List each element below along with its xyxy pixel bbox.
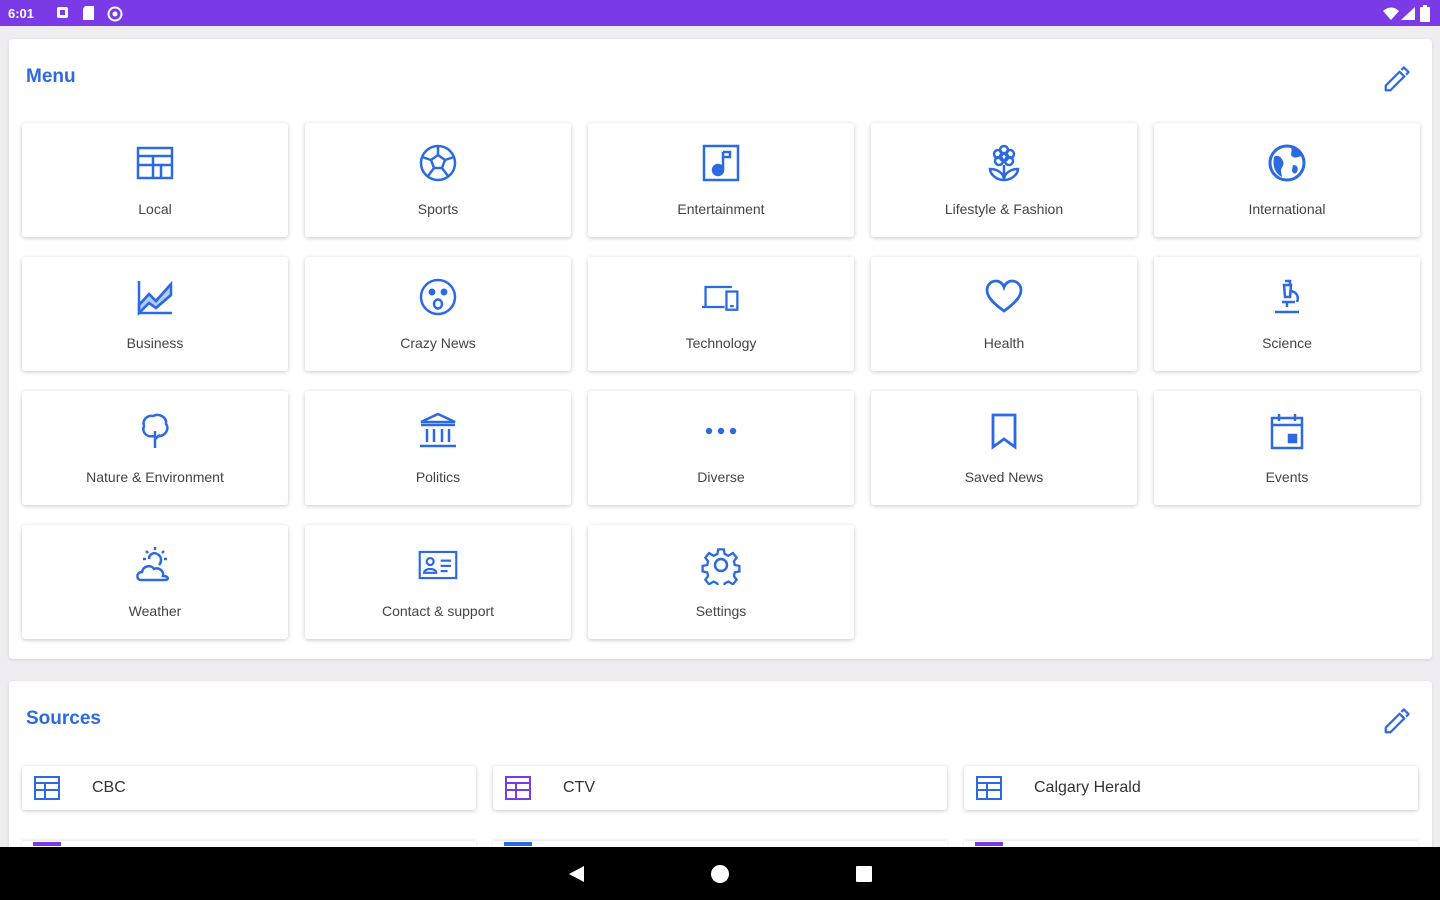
source-label: Calgary Herald bbox=[1034, 779, 1141, 796]
recents-square-icon bbox=[856, 865, 872, 882]
source-item-calgary-herald[interactable]: Calgary Herald bbox=[964, 766, 1418, 810]
menu-item-label: Local bbox=[138, 201, 172, 217]
pencil-icon bbox=[1384, 66, 1410, 92]
menu-item-label: Business bbox=[126, 335, 184, 351]
menu-item-label: Weather bbox=[128, 603, 182, 619]
menu-item-label: Contact & support bbox=[381, 603, 495, 619]
menu-item-science[interactable]: Science bbox=[1154, 257, 1420, 371]
menu-item-events[interactable]: Events bbox=[1154, 391, 1420, 505]
signal-icon bbox=[1401, 7, 1415, 20]
menu-title: Menu bbox=[26, 66, 76, 87]
sync-icon bbox=[107, 6, 123, 22]
menu-item-label: Settings bbox=[695, 603, 747, 619]
menu-item-lifestyle-fashion[interactable]: Lifestyle & Fashion bbox=[871, 123, 1137, 237]
menu-item-crazy-news[interactable]: Crazy News bbox=[305, 257, 571, 371]
wifi-icon bbox=[1383, 7, 1399, 20]
menu-item-label: Diverse bbox=[697, 469, 745, 485]
menu-item-label: Sports bbox=[417, 201, 459, 217]
home-circle-icon bbox=[711, 864, 729, 883]
menu-item-label: Health bbox=[983, 335, 1025, 351]
status-time: 6:01 bbox=[8, 6, 35, 21]
tree-icon bbox=[135, 411, 175, 451]
calendar-icon bbox=[1267, 411, 1307, 451]
navigation-bar bbox=[0, 847, 1440, 900]
menu-item-health[interactable]: Health bbox=[871, 257, 1137, 371]
menu-item-label: Technology bbox=[685, 335, 757, 351]
sources-card: Sources CBC CTV Calgary Herald bbox=[9, 681, 1432, 861]
microscope-icon bbox=[1267, 277, 1307, 317]
bookmark-icon bbox=[984, 411, 1024, 451]
newspaper-icon bbox=[505, 776, 531, 800]
chart-icon bbox=[135, 277, 175, 317]
newspaper-icon bbox=[504, 842, 532, 846]
sources-edit-button[interactable] bbox=[1380, 704, 1414, 738]
status-bar: 6:01 bbox=[0, 0, 1440, 26]
menu-edit-button[interactable] bbox=[1380, 62, 1414, 96]
partly-cloudy-icon bbox=[135, 545, 175, 585]
surprised-face-icon bbox=[418, 277, 458, 317]
menu-item-settings[interactable]: Settings bbox=[588, 525, 854, 639]
newspaper-icon bbox=[135, 143, 175, 183]
newspaper-icon bbox=[975, 842, 1003, 846]
menu-item-weather[interactable]: Weather bbox=[22, 525, 288, 639]
menu-item-label: International bbox=[1248, 201, 1326, 217]
menu-item-technology[interactable]: Technology bbox=[588, 257, 854, 371]
contact-card-icon bbox=[418, 545, 458, 585]
menu-item-label: Saved News bbox=[964, 469, 1044, 485]
newspaper-icon bbox=[34, 776, 60, 800]
menu-item-label: Entertainment bbox=[677, 201, 765, 217]
recents-button[interactable] bbox=[834, 847, 894, 900]
source-label: CBC bbox=[92, 779, 126, 796]
menu-item-label: Crazy News bbox=[400, 335, 476, 351]
menu-item-business[interactable]: Business bbox=[22, 257, 288, 371]
sd-card-icon bbox=[83, 6, 94, 20]
menu-item-local[interactable]: Local bbox=[22, 123, 288, 237]
source-label: CTV bbox=[563, 779, 595, 796]
source-item-ctv[interactable]: CTV bbox=[493, 766, 947, 810]
more-dots-icon bbox=[701, 411, 741, 451]
sources-title: Sources bbox=[26, 708, 101, 729]
menu-item-label: Events bbox=[1265, 469, 1309, 485]
back-button[interactable] bbox=[546, 847, 606, 900]
pencil-icon bbox=[1384, 708, 1410, 734]
menu-item-diverse[interactable]: Diverse bbox=[588, 391, 854, 505]
newspaper-icon bbox=[976, 776, 1002, 800]
heart-icon bbox=[984, 277, 1024, 317]
menu-item-contact-support[interactable]: Contact & support bbox=[305, 525, 571, 639]
devices-icon bbox=[701, 277, 741, 317]
menu-item-label: Science bbox=[1262, 335, 1312, 351]
menu-card: Menu Local Sports Entertainment Lifestyl… bbox=[9, 39, 1432, 659]
music-note-icon bbox=[701, 143, 741, 183]
newspaper-icon bbox=[33, 842, 61, 846]
menu-item-international[interactable]: International bbox=[1154, 123, 1420, 237]
gear-icon bbox=[701, 545, 741, 585]
soccer-ball-icon bbox=[418, 143, 458, 183]
menu-item-label: Lifestyle & Fashion bbox=[944, 201, 1064, 217]
globe-icon bbox=[1267, 143, 1307, 183]
home-button[interactable] bbox=[690, 847, 750, 900]
source-item-cbc[interactable]: CBC bbox=[22, 766, 476, 810]
menu-item-label: Politics bbox=[415, 469, 461, 485]
battery-icon bbox=[1420, 5, 1430, 22]
menu-item-label: Nature & Environment bbox=[86, 469, 224, 485]
menu-item-sports[interactable]: Sports bbox=[305, 123, 571, 237]
menu-item-nature-environment[interactable]: Nature & Environment bbox=[22, 391, 288, 505]
back-triangle-icon bbox=[569, 865, 584, 882]
menu-item-entertainment[interactable]: Entertainment bbox=[588, 123, 854, 237]
bank-icon bbox=[418, 411, 458, 451]
notification-icon bbox=[57, 7, 68, 18]
flower-icon bbox=[984, 143, 1024, 183]
menu-item-politics[interactable]: Politics bbox=[305, 391, 571, 505]
menu-item-saved-news[interactable]: Saved News bbox=[871, 391, 1137, 505]
